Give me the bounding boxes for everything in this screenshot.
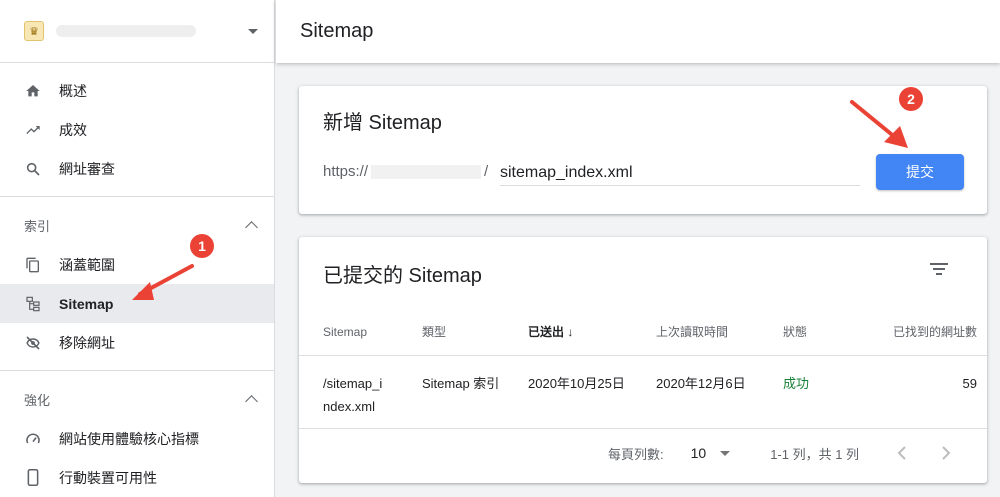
dropdown-caret-icon[interactable] [248, 28, 258, 34]
annotation-arrow-1 [132, 264, 194, 300]
copy-icon [24, 256, 42, 274]
cell-last-read: 2020年12月6日 [632, 355, 759, 429]
prev-page-icon[interactable] [897, 446, 907, 460]
chevron-up-icon[interactable] [245, 395, 258, 408]
column-header-last-read[interactable]: 上次讀取時間 [632, 309, 759, 356]
column-header-sitemap[interactable]: Sitemap [299, 309, 398, 356]
section-header-index[interactable]: 索引 [0, 205, 274, 245]
sidebar-item-label: 網站使用體驗核心指標 [59, 430, 199, 447]
column-header-label: 已送出 [528, 325, 565, 340]
sidebar-item-label: Sitemap [59, 295, 114, 312]
sort-arrow-icon: ↓ [567, 325, 574, 340]
sidebar-item-core-web-vitals[interactable]: 網站使用體驗核心指標 [0, 419, 274, 458]
url-domain-redacted [371, 164, 482, 179]
sitemap-icon [24, 295, 42, 313]
sidebar-item-label: 行動裝置可用性 [59, 469, 157, 486]
submit-button[interactable]: 提交 [876, 154, 964, 190]
table-row[interactable]: /sitemap_index.xml Sitemap 索引 2020年10月25… [299, 355, 987, 429]
property-logo: ♛ [24, 21, 44, 41]
url-prefix-scheme: https:// [323, 163, 369, 180]
column-header-status[interactable]: 狀態 [759, 309, 835, 356]
sidebar-item-label: 概述 [59, 82, 87, 99]
url-prefix-slash: / [484, 163, 489, 180]
section-title: 索引 [24, 218, 51, 234]
phone-icon [24, 469, 42, 487]
submitted-sitemaps-title: 已提交的 Sitemap [323, 265, 482, 287]
annotation-arrow-2 [850, 100, 908, 148]
column-header-type[interactable]: 類型 [398, 309, 504, 356]
nav-group-main: 概述 成效 網址審查 [0, 63, 274, 197]
speed-icon [24, 430, 42, 448]
cell-type: Sitemap 索引 [398, 355, 504, 429]
sidebar-item-removals[interactable]: 移除網址 [0, 323, 274, 362]
sitemaps-table: Sitemap 類型 已送出 ↓ 上次讀取時間 狀態 已找到的網址數 /site… [299, 309, 987, 429]
column-header-urls-found[interactable]: 已找到的網址數 [835, 309, 987, 356]
section-title: 強化 [24, 392, 51, 408]
add-sitemap-title: 新增 Sitemap [323, 112, 442, 134]
sidebar-item-label: 成效 [59, 121, 87, 138]
dropdown-caret-icon[interactable] [720, 450, 731, 456]
sidebar-item-overview[interactable]: 概述 [0, 71, 274, 110]
rows-per-page-select[interactable]: 10 [691, 445, 707, 461]
chevron-up-icon[interactable] [245, 221, 258, 234]
rows-per-page-label: 每頁列數: [608, 446, 664, 462]
property-selector[interactable]: ♛ [0, 0, 274, 63]
next-page-icon[interactable] [941, 446, 951, 460]
cell-sitemap: /sitemap_index.xml [299, 355, 398, 429]
cell-urls-found: 59 [835, 355, 987, 429]
page-title: Sitemap [300, 20, 374, 42]
section-header-enhancements[interactable]: 強化 [0, 379, 274, 419]
sidebar-item-url-inspection[interactable]: 網址審查 [0, 149, 274, 188]
annotation-badge-1: 1 [190, 234, 214, 258]
sidebar-item-label: 涵蓋範圍 [59, 256, 115, 273]
site-url-prefix: https:// / [323, 163, 488, 180]
nav-group-enhancements: 強化 網站使用體驗核心指標 行動裝置可用性 [0, 371, 274, 497]
home-icon [24, 82, 42, 100]
page-range: 1-1 列，共 1 列 [770, 446, 860, 462]
cell-submitted: 2020年10月25日 [504, 355, 632, 429]
filter-icon[interactable] [929, 261, 949, 277]
search-icon [24, 160, 42, 178]
sidebar: ♛ 概述 成效 網址審查 索引 涵蓋範圍 Sitemap 移除網址 強化 網站使… [0, 0, 275, 497]
pagination: 每頁列數: 10 1-1 列，共 1 列 [299, 433, 987, 473]
property-name-redacted [56, 25, 196, 37]
submitted-sitemaps-card: 已提交的 Sitemap Sitemap 類型 已送出 ↓ 上次讀取時間 狀態 … [299, 237, 987, 483]
visibility-off-icon [24, 334, 42, 352]
sitemap-url-input[interactable] [500, 154, 860, 186]
table-header-row: Sitemap 類型 已送出 ↓ 上次讀取時間 狀態 已找到的網址數 [299, 309, 987, 356]
page-header: Sitemap [276, 0, 1000, 63]
sidebar-item-label: 網址審查 [59, 160, 115, 177]
column-header-submitted[interactable]: 已送出 ↓ [504, 309, 632, 356]
sidebar-item-mobile-usability[interactable]: 行動裝置可用性 [0, 458, 274, 497]
sidebar-item-performance[interactable]: 成效 [0, 110, 274, 149]
trending-up-icon [24, 121, 42, 139]
cell-status: 成功 [759, 355, 835, 429]
sidebar-item-label: 移除網址 [59, 334, 115, 351]
